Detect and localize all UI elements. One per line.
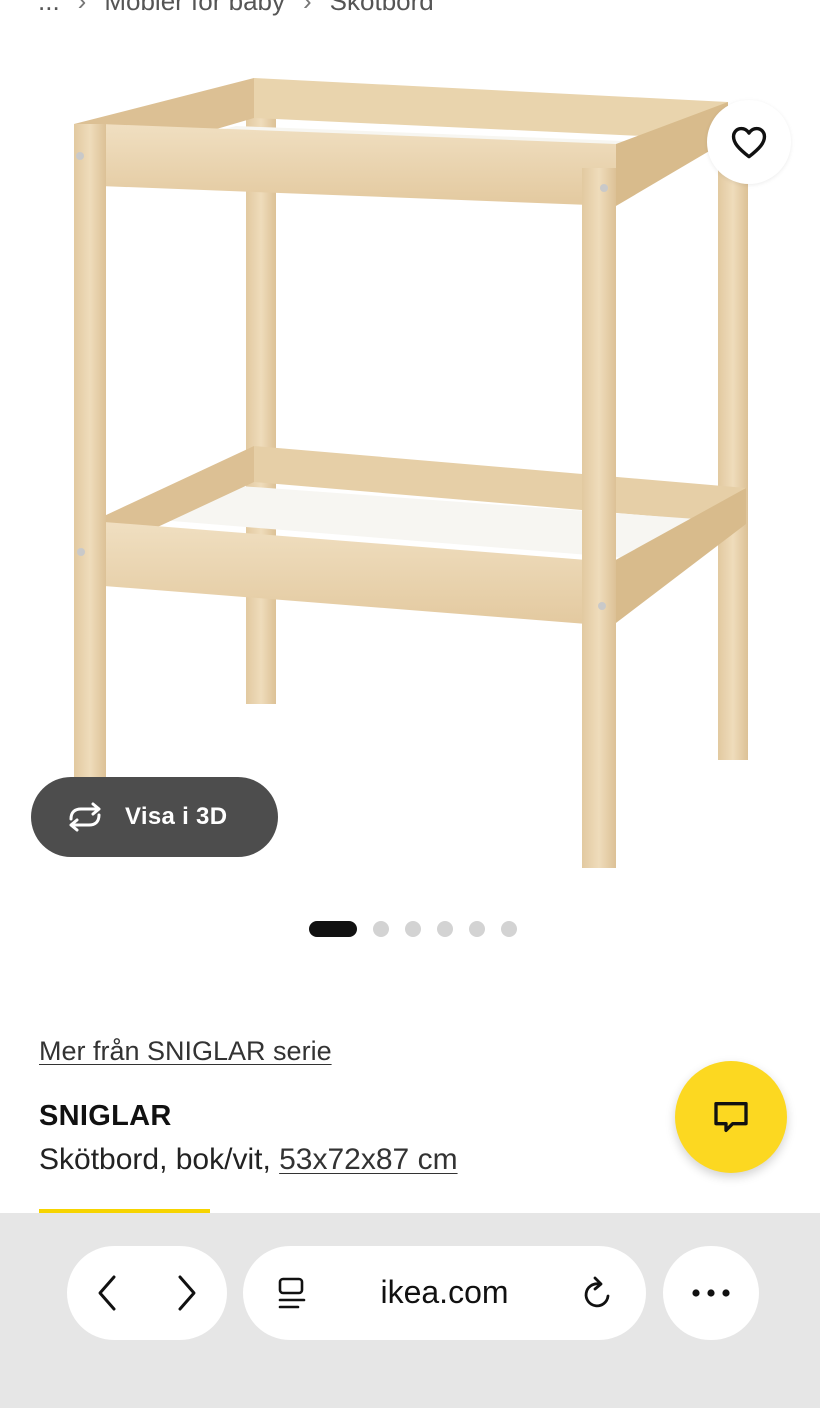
rotate-3d-icon [69,802,101,832]
address-bar[interactable]: ikea.com [243,1246,646,1340]
breadcrumb-item-changing-table[interactable]: Skötbord [330,0,434,17]
view-in-3d-button[interactable]: Visa i 3D [31,777,278,857]
chevron-right-icon[interactable] [174,1273,200,1313]
breadcrumb: ... › Möbler för baby › Skötbord [38,0,434,17]
view-in-3d-label: Visa i 3D [125,803,228,830]
gallery-pagination [309,920,517,938]
breadcrumb-item-ellipsis[interactable]: ... [38,0,60,17]
breadcrumb-separator: › [303,0,312,16]
product-description-text: Skötbord, bok/vit, [39,1143,280,1176]
breadcrumb-item-baby-furniture[interactable]: Möbler för baby [104,0,285,17]
pagination-dot[interactable] [373,921,389,937]
product-description: Skötbord, bok/vit, 53x72x87 cm [39,1143,458,1177]
more-button[interactable] [663,1246,759,1340]
series-link[interactable]: Mer från SNIGLAR serie [39,1036,332,1067]
pagination-dot[interactable] [501,921,517,937]
browser-nav-pill [67,1246,227,1340]
product-name: SNIGLAR [39,1100,172,1132]
product-image[interactable] [0,40,820,900]
chevron-left-icon[interactable] [94,1273,120,1313]
chat-button[interactable] [675,1061,787,1173]
favorite-button[interactable] [707,100,791,184]
breadcrumb-separator: › [77,0,87,16]
pagination-dot[interactable] [469,921,485,937]
reload-icon[interactable] [581,1275,615,1311]
more-icon [692,1289,730,1297]
chat-bubble-icon [714,1102,748,1132]
pagination-dot-active[interactable] [309,921,357,937]
heart-icon [731,126,767,159]
pagination-dot[interactable] [405,921,421,937]
product-dimensions-link[interactable]: 53x72x87 cm [279,1143,457,1176]
pagination-dot[interactable] [437,921,453,937]
